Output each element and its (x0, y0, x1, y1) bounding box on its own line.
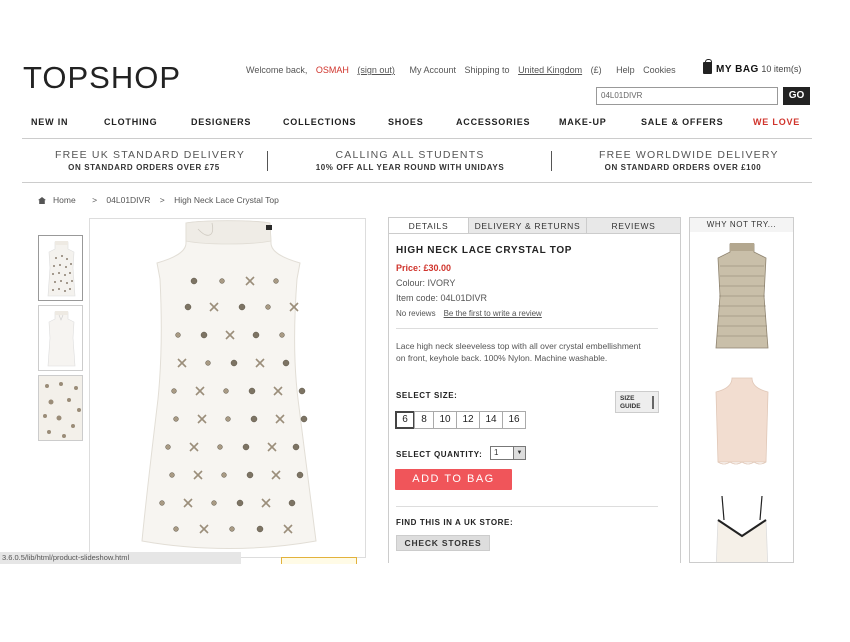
nav-clothing[interactable]: CLOTHING (104, 117, 157, 127)
no-reviews-text: No reviews (396, 309, 436, 318)
breadcrumb: Home > 04L01DIVR > High Neck Lace Crysta… (38, 195, 286, 205)
my-account-link[interactable]: My Account (409, 65, 456, 75)
add-to-bag-button[interactable]: ADD TO BAG (395, 469, 512, 490)
chevron-down-icon: ▼ (513, 447, 525, 459)
check-stores-button[interactable]: CHECK STORES (396, 535, 490, 551)
sign-out-link[interactable]: (sign out) (357, 65, 395, 75)
thumbnail-front[interactable] (38, 235, 83, 301)
size-option-12[interactable]: 12 (456, 411, 480, 429)
country-link[interactable]: United Kingdom (518, 65, 582, 75)
product-thumbnail-back-image (47, 311, 76, 367)
select-quantity-label: SELECT QUANTITY: (396, 450, 483, 459)
tab-delivery-returns[interactable]: DELIVERY & RETURNS (468, 217, 587, 234)
nav-we-love[interactable]: WE LOVE (753, 117, 800, 127)
nav-make-up[interactable]: MAKE-UP (559, 117, 607, 127)
embellished-top-image (715, 243, 769, 349)
high-neck-lace-top-image (141, 220, 317, 549)
write-review-link[interactable]: Be the first to write a review (444, 309, 542, 318)
product-price: Price: £30.00 (396, 263, 452, 273)
cookies-link[interactable]: Cookies (643, 65, 676, 75)
shipping-info: Shipping to United Kingdom (£) (464, 65, 602, 75)
quantity-select[interactable]: 1 ▼ (490, 446, 526, 460)
cami-top-image (715, 495, 769, 562)
tab-reviews[interactable]: REVIEWS (586, 217, 681, 234)
promo-divider-line (22, 182, 812, 183)
product-colour: Colour: IVORY (396, 278, 456, 288)
product-thumbnail-front-image (47, 241, 76, 297)
size-option-6[interactable]: 6 (395, 411, 415, 429)
nude-crop-top-image (715, 377, 769, 465)
product-description: Lace high neck sleeveless top with all o… (396, 341, 641, 363)
main-product-image[interactable] (89, 218, 366, 558)
nav-collections[interactable]: COLLECTIONS (283, 117, 356, 127)
nav-designers[interactable]: DESIGNERS (191, 117, 251, 127)
breadcrumb-current: High Neck Lace Crystal Top (174, 195, 279, 205)
nav-shoes[interactable]: SHOES (388, 117, 424, 127)
reviews-line: No reviews Be the first to write a review (396, 309, 542, 318)
my-bag-link[interactable]: MY BAG 10 item(s) (703, 59, 802, 75)
size-option-14[interactable]: 14 (479, 411, 503, 429)
topshop-logo[interactable]: TOPSHOP (23, 60, 181, 96)
recommended-item[interactable] (694, 236, 790, 361)
welcome-text: Welcome back, OSMAH (sign out) (246, 65, 395, 75)
why-not-try-panel (689, 232, 794, 563)
recommended-item[interactable] (694, 366, 790, 491)
thumbnail-back[interactable] (38, 305, 83, 371)
notification-tab (281, 557, 357, 564)
browser-status-url: 3.6.0.5/lib/html/product-slideshow.html (0, 552, 241, 564)
main-nav: NEW IN CLOTHING DESIGNERS COLLECTIONS SH… (22, 117, 812, 131)
why-not-try-header: WHY NOT TRY... (689, 217, 794, 233)
breadcrumb-code[interactable]: 04L01DIVR (106, 195, 150, 205)
account-bar: Welcome back, OSMAH (sign out) My Accoun… (246, 65, 682, 75)
details-divider (396, 506, 658, 507)
promo-uk-delivery[interactable]: FREE UK STANDARD DELIVERY ON STANDARD OR… (55, 149, 244, 172)
size-option-10[interactable]: 10 (433, 411, 457, 429)
go-button[interactable]: GO (783, 87, 810, 105)
breadcrumb-home[interactable]: Home (38, 195, 83, 205)
nav-sale-offers[interactable]: SALE & OFFERS (641, 117, 723, 127)
details-divider (396, 328, 658, 329)
nav-new-in[interactable]: NEW IN (31, 117, 68, 127)
ruler-icon (648, 396, 654, 409)
tab-details[interactable]: DETAILS (388, 217, 469, 234)
product-item-code: Item code: 04L01DIVR (396, 293, 488, 303)
thumbnail-detail[interactable] (38, 375, 83, 441)
promo-divider (551, 151, 552, 171)
promo-divider (267, 151, 268, 171)
size-guide-button[interactable]: SIZE GUIDE (615, 391, 659, 413)
quantity-value: 1 (494, 448, 499, 457)
promo-worldwide-delivery[interactable]: FREE WORLDWIDE DELIVERY ON STANDARD ORDE… (599, 149, 777, 172)
search-input[interactable]: 04L01DIVR (596, 87, 778, 105)
product-tabs: DETAILS DELIVERY & RETURNS REVIEWS (388, 217, 681, 234)
help-link[interactable]: Help (616, 65, 635, 75)
size-option-8[interactable]: 8 (414, 411, 434, 429)
select-size-label: SELECT SIZE: (396, 391, 458, 400)
find-in-store-label: FIND THIS IN A UK STORE: (396, 518, 514, 527)
nav-divider (22, 138, 812, 139)
username: OSMAH (315, 65, 349, 75)
recommended-item[interactable] (694, 495, 790, 562)
nav-accessories[interactable]: ACCESSORIES (456, 117, 530, 127)
home-icon (38, 197, 46, 204)
product-thumbnail-detail-image (39, 376, 82, 440)
size-option-16[interactable]: 16 (502, 411, 526, 429)
bag-count: 10 item(s) (761, 64, 802, 74)
promo-students[interactable]: CALLING ALL STUDENTS 10% OFF ALL YEAR RO… (310, 149, 510, 172)
product-title: HIGH NECK LACE CRYSTAL TOP (396, 245, 573, 256)
shopping-bag-icon (703, 59, 712, 74)
